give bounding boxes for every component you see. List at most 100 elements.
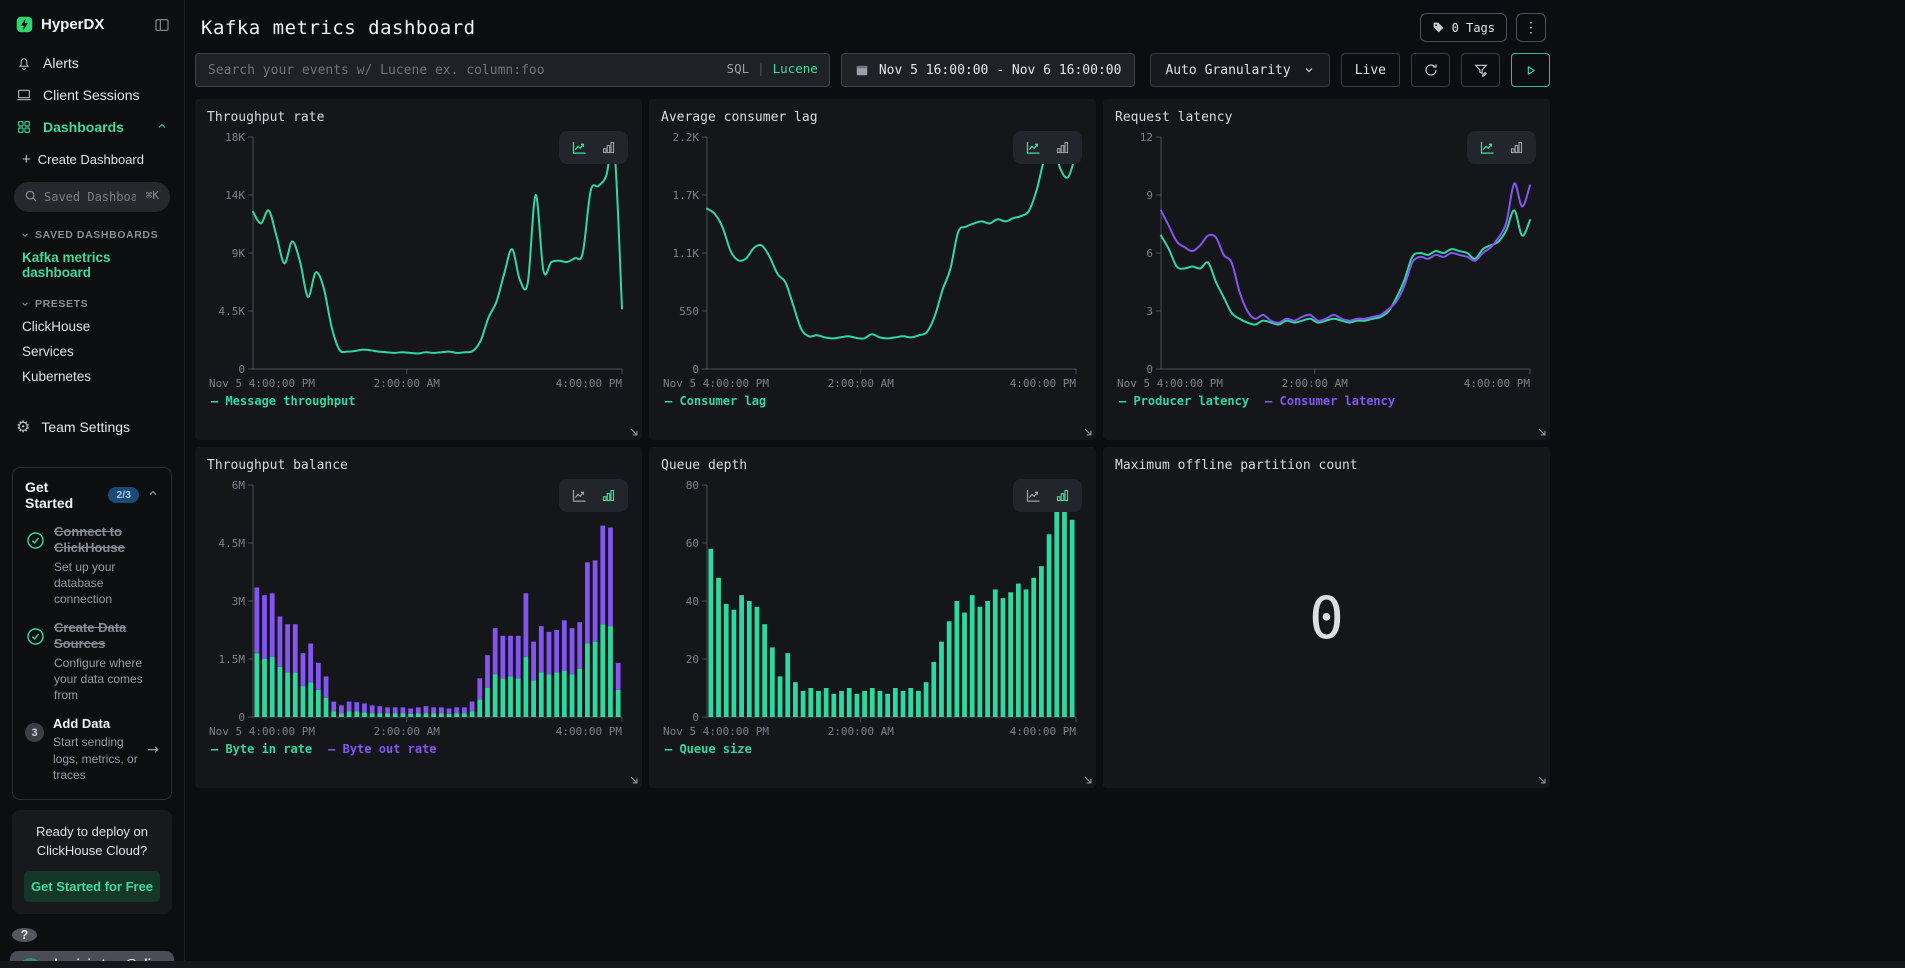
legend-item[interactable]: — Consumer latency — [1265, 394, 1395, 408]
search-icon — [24, 189, 38, 208]
horizontal-scrollbar[interactable] — [0, 961, 1905, 968]
chart-title: Queue depth — [661, 458, 1084, 473]
svg-text:3: 3 — [1146, 305, 1153, 318]
big-number-value: 0 — [1115, 473, 1538, 763]
bar-chart-icon[interactable] — [1055, 140, 1070, 155]
run-query-button[interactable] — [1511, 53, 1550, 87]
line-chart-icon[interactable] — [1025, 487, 1042, 504]
get-started-step[interactable]: Connect to ClickHouse Set up your databa… — [25, 524, 159, 607]
bar-chart-icon[interactable] — [601, 488, 616, 503]
legend-item[interactable]: — Consumer lag — [665, 394, 766, 408]
check-circle-icon — [25, 620, 45, 703]
resize-handle-icon[interactable] — [1537, 427, 1547, 437]
svg-text:4:00:00 PM: 4:00:00 PM — [556, 725, 623, 738]
resize-handle-icon[interactable] — [629, 775, 639, 785]
svg-text:1.7K: 1.7K — [673, 189, 700, 202]
calendar-icon — [855, 63, 869, 77]
sql-toggle[interactable]: SQL — [727, 61, 750, 76]
get-started-step[interactable]: Create Data Sources Configure where your… — [25, 620, 159, 703]
svg-text:Nov 5 4:00:00 PM: Nov 5 4:00:00 PM — [209, 725, 315, 738]
chart-legend: — Byte in rate — Byte out rate — [207, 742, 630, 756]
svg-text:Nov 5 4:00:00 PM: Nov 5 4:00:00 PM — [663, 377, 769, 390]
sidebar-item-dashboards[interactable]: Dashboards — [0, 111, 184, 143]
line-chart-icon[interactable] — [571, 487, 588, 504]
lucene-toggle[interactable]: Lucene — [773, 61, 818, 76]
svg-text:4:00:00 PM: 4:00:00 PM — [1010, 725, 1077, 738]
dashboard-grid: Throughput rate 04.5K9K14K18KNov 5 4:00:… — [185, 87, 1560, 788]
saved-dashboards-section-header[interactable]: SAVED DASHBOARDS — [0, 216, 184, 245]
step-subtitle: Start sending logs, metrics, or traces — [53, 734, 145, 783]
help-button[interactable]: ? — [12, 928, 37, 942]
get-started-step[interactable]: 3 Add Data Start sending logs, metrics, … — [25, 716, 159, 783]
brand-name: HyperDX — [41, 16, 104, 33]
resize-handle-icon[interactable] — [1083, 427, 1093, 437]
chart-plot: 036912Nov 5 4:00:00 PM2:00:00 AM4:00:00 … — [1115, 125, 1538, 393]
bar-chart-icon[interactable] — [1509, 140, 1524, 155]
resize-handle-icon[interactable] — [629, 427, 639, 437]
get-started-free-button[interactable]: Get Started for Free — [24, 871, 160, 902]
more-menu-button[interactable]: ⋮ — [1516, 13, 1546, 42]
line-chart-icon[interactable] — [1025, 139, 1042, 156]
sidebar-item-services[interactable]: Services — [0, 339, 184, 364]
bar-chart-icon[interactable] — [601, 140, 616, 155]
event-search: SQL | Lucene — [195, 53, 830, 87]
chart-plot: 05501.1K1.7K2.2KNov 5 4:00:00 PM2:00:00 … — [661, 125, 1084, 393]
sidebar-item-alerts[interactable]: Alerts — [0, 47, 184, 79]
shortcut-badge: ⌘K — [146, 189, 159, 202]
chart-legend: — Message throughput — [207, 394, 630, 408]
sidebar-item-kubernetes[interactable]: Kubernetes — [0, 364, 184, 389]
legend-item[interactable]: — Producer latency — [1119, 394, 1249, 408]
line-chart-icon[interactable] — [571, 139, 588, 156]
svg-text:2:00:00 AM: 2:00:00 AM — [374, 725, 441, 738]
chart-plot: 020406080Nov 5 4:00:00 PM2:00:00 AM4:00:… — [661, 473, 1084, 741]
chart-type-toggle — [559, 479, 628, 512]
refresh-icon — [1423, 62, 1439, 78]
granularity-select[interactable]: Auto Granularity — [1150, 53, 1329, 87]
svg-text:9K: 9K — [232, 247, 246, 260]
svg-text:9: 9 — [1146, 189, 1153, 202]
sidebar-item-clickhouse[interactable]: ClickHouse — [0, 314, 184, 339]
svg-text:12: 12 — [1140, 131, 1153, 144]
page-title: Kafka metrics dashboard — [201, 17, 476, 39]
svg-text:20: 20 — [686, 653, 699, 666]
legend-item[interactable]: — Byte out rate — [328, 742, 436, 756]
svg-text:6M: 6M — [232, 479, 246, 492]
create-dashboard-button[interactable]: + Create Dashboard — [0, 143, 184, 176]
sidebar-item-client-sessions[interactable]: Client Sessions — [0, 79, 184, 111]
sidebar: HyperDX Alerts Client Sessions Dashboard… — [0, 0, 185, 968]
date-range-picker[interactable]: Nov 5 16:00:00 - Nov 6 16:00:00 — [841, 53, 1136, 87]
plus-icon: + — [22, 152, 31, 167]
resize-handle-icon[interactable] — [1537, 775, 1547, 785]
line-chart-icon[interactable] — [1479, 139, 1496, 156]
panel-throughput-rate: Throughput rate 04.5K9K14K18KNov 5 4:00:… — [195, 99, 642, 440]
check-circle-icon — [25, 524, 45, 607]
brand[interactable]: HyperDX — [16, 16, 104, 33]
svg-text:4.5M: 4.5M — [219, 537, 246, 550]
svg-text:0: 0 — [238, 711, 245, 724]
legend-item[interactable]: — Byte in rate — [211, 742, 312, 756]
sidebar-item-team-settings[interactable]: ⚙ Team Settings — [0, 409, 184, 445]
svg-text:Nov 5 4:00:00 PM: Nov 5 4:00:00 PM — [1117, 377, 1223, 390]
sidebar-collapse-icon[interactable] — [154, 17, 170, 33]
sidebar-item-kafka-dashboard[interactable]: Kafka metrics dashboard — [0, 245, 184, 285]
legend-item[interactable]: — Message throughput — [211, 394, 356, 408]
chart-title: Request latency — [1115, 110, 1538, 125]
play-icon — [1523, 63, 1538, 78]
chart-title: Maximum offline partition count — [1115, 458, 1538, 473]
chart-type-toggle — [1013, 131, 1082, 164]
svg-text:0: 0 — [692, 363, 699, 376]
legend-item[interactable]: — Queue size — [665, 742, 752, 756]
chevron-up-icon[interactable] — [156, 119, 168, 135]
bar-chart-icon[interactable] — [1055, 488, 1070, 503]
clickhouse-cloud-promo: Ready to deploy on ClickHouse Cloud? Get… — [12, 810, 172, 914]
tags-button[interactable]: 0 Tags — [1420, 13, 1507, 42]
resize-handle-icon[interactable] — [1083, 775, 1093, 785]
presets-section-header[interactable]: PRESETS — [0, 285, 184, 314]
chevron-up-icon[interactable] — [147, 486, 159, 504]
hyperdx-logo-icon — [16, 16, 33, 33]
filter-button[interactable] — [1461, 53, 1500, 87]
refresh-button[interactable] — [1411, 53, 1450, 87]
live-button[interactable]: Live — [1341, 53, 1400, 87]
chevron-down-icon — [20, 299, 30, 309]
panel-max-offline-partition-count: Maximum offline partition count 0 — [1103, 447, 1550, 788]
